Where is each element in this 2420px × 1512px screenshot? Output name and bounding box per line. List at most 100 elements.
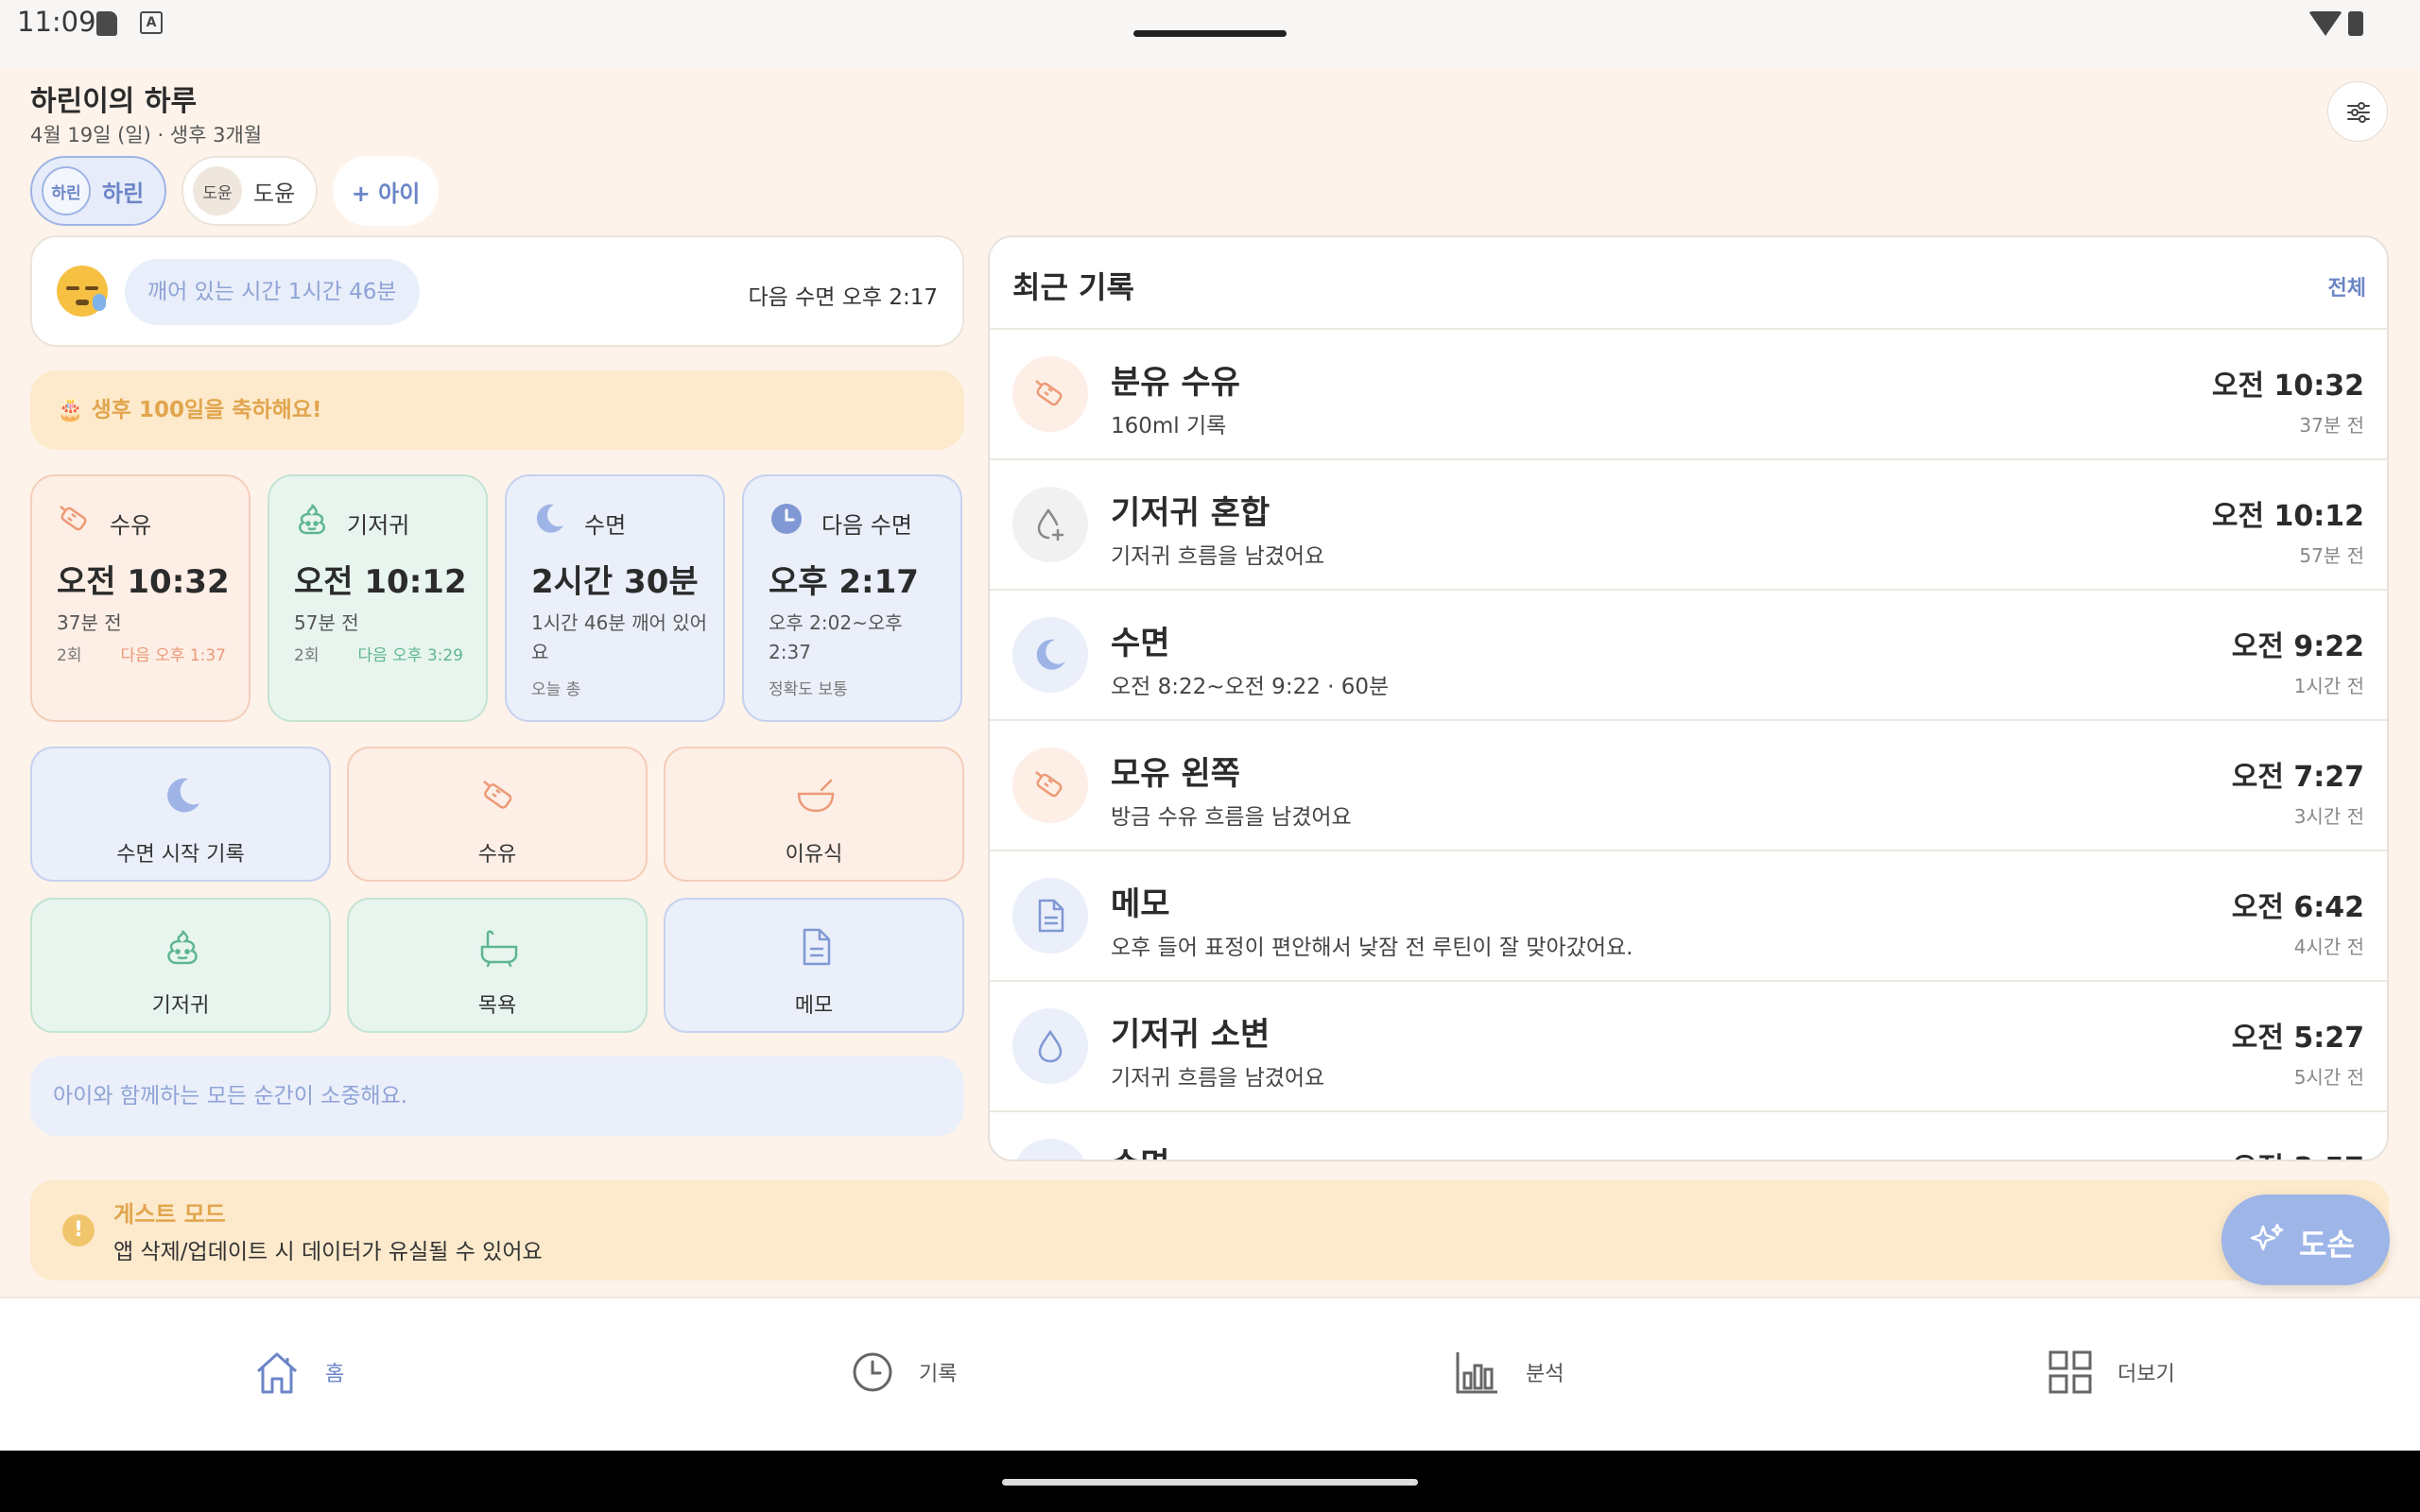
record-ago: 5시간 전 [2293,1066,2364,1089]
record-name: 기저귀 소변 [1111,1016,1270,1054]
record-row[interactable]: 메모 오후 들어 표정이 편안해서 낮잠 전 루틴이 잘 맞아갔어요. 오전 6… [990,851,2387,982]
record-row[interactable]: 수면 오전 8:22~오전 9:22 · 60분 오전 9:22 1시간 전 [990,591,2387,721]
child-chip-doyun[interactable]: 도윤 도윤 [182,156,318,226]
diaper-button[interactable]: 기저귀 [30,898,331,1033]
sleepy-face-icon [57,266,108,317]
bottle-icon [483,781,512,809]
record-time: 오전 10:12 [2211,500,2364,533]
status-bar: 11:09 A [0,0,2420,66]
child-name: 도윤 [253,180,296,207]
baby-food-button[interactable]: 이유식 [664,747,964,882]
record-time: 오전 9:22 [2231,630,2364,663]
record-ago: 3시간 전 [2293,805,2364,828]
bottle-icon [60,506,87,531]
diaper-icon [299,504,325,535]
feeding-button[interactable]: 수유 [347,747,648,882]
settings-button[interactable] [2327,81,2388,142]
child-name: 하린 [102,180,145,207]
fab-label: 도손 [2299,1227,2355,1263]
record-name: 기저귀 혼합 [1111,494,1270,532]
action-label: 목욕 [477,994,517,1018]
record-row[interactable]: 기저귀 혼합 기저귀 흐름을 남겼어요 오전 10:12 57분 전 [990,460,2387,591]
guest-title: 게스트 모드 [113,1201,226,1228]
bottle-icon [1035,380,1063,406]
sliders-icon [2347,102,2370,123]
battery-icon [2348,11,2363,36]
sleep-start-button[interactable]: 수면 시작 기록 [30,747,331,882]
record-icon [1012,1008,1088,1084]
ai-assistant-button[interactable]: 도손 [2221,1194,2390,1285]
action-label: 수면 시작 기록 [116,843,245,867]
record-desc: 오후 들어 표정이 편안해서 낮잠 전 루틴이 잘 맞아갔어요. [1111,936,1634,960]
avatar: 하린 [42,166,91,215]
memo-button[interactable]: 메모 [664,898,964,1033]
child-chip-harin[interactable]: 하린 하린 [30,156,166,226]
home-gesture-handle[interactable] [1002,1479,1418,1486]
view-all-link[interactable]: 전체 [2328,271,2366,301]
sparkle-icon [2250,1223,2284,1251]
record-name: 메모 [1111,885,1170,923]
nav-label: 분석 [1526,1363,1564,1386]
recent-records-panel: 최근 기록 전체 분유 수유 160ml 기록 오전 10:32 37분 전 기… [988,235,2389,1161]
record-desc: 160ml 기록 [1111,414,1227,438]
clock-icon [771,504,802,534]
wifi-icon [2308,11,2342,36]
record-icon [1012,1139,1088,1160]
record-desc: 기저귀 흐름을 남겼어요 [1111,1066,1325,1091]
action-label: 기저귀 [151,994,210,1018]
chart-icon [1456,1352,1497,1394]
record-time: 오전 6:42 [2231,891,2364,924]
nav-more[interactable]: 더보기 [2048,1344,2175,1400]
clock: 11:09 [17,6,96,38]
moon-icon [1036,639,1065,670]
bottom-navigation: 홈 기록 분석 더보기 [0,1297,2420,1451]
record-row[interactable]: 모유 왼쪽 방금 수유 흐름을 남겼어요 오전 7:27 3시간 전 [990,721,2387,851]
memo-icon [803,928,831,966]
stat-card-feeding[interactable]: 수유 오전 10:32 37분 전 2회 다음 오후 1:37 [30,474,251,722]
action-label: 수유 [477,843,517,867]
record-row[interactable]: 분유 수유 160ml 기록 오전 10:32 37분 전 [990,330,2387,460]
stat-sub: 57분 전 [294,611,359,634]
wake-status-card: 깨어 있는 시간 1시간 46분 다음 수면 오후 2:17 [30,235,964,347]
memo-icon [1038,899,1064,933]
stat-label: 다음 수면 [821,512,912,539]
stat-value: 오전 10:32 [57,563,230,601]
avatar: 도윤 [193,166,242,215]
stat-sub: 37분 전 [57,611,122,634]
stat-card-diaper[interactable]: 기저귀 오전 10:12 57분 전 2회 다음 오후 3:29 [268,474,488,722]
stat-card-next-sleep[interactable]: 다음 수면 오후 2:17 오후 2:02~오후 2:37 정확도 보통 [742,474,962,722]
drop-plus-icon [1037,508,1064,541]
record-ago: 4시간 전 [2293,936,2364,958]
stat-value: 오후 2:17 [769,563,919,601]
record-icon [1012,487,1088,562]
stat-label: 수면 [584,512,627,539]
nav-home[interactable]: 홈 [253,1344,344,1400]
stat-card-sleep[interactable]: 수면 2시간 30분 1시간 46분 깨어 있어요 오늘 총 [505,474,725,722]
page-subtitle: 4월 19일 (일) · 생후 3개월 [30,124,263,146]
record-desc: 방금 수유 흐름을 남겼어요 [1111,805,1352,830]
add-child-button[interactable]: + 아이 [333,156,439,226]
diaper-icon [167,930,198,965]
records-title: 최근 기록 [1012,269,1134,305]
stat-sub: 오후 2:02~오후 2:37 [769,611,903,663]
record-ago: 57분 전 [2299,544,2364,567]
stat-label: 수유 [110,512,152,539]
record-icon [1012,617,1088,693]
stat-count: 2회 [294,646,320,665]
stat-foot: 정확도 보통 [769,680,848,699]
nav-analysis[interactable]: 분석 [1454,1344,1564,1400]
stat-label: 기저귀 [347,512,410,539]
record-row[interactable]: 기저귀 소변 기저귀 흐름을 남겼어요 오전 5:27 5시간 전 [990,982,2387,1112]
stat-next: 다음 오후 3:29 [357,646,463,665]
top-handle [1133,30,1287,37]
bath-button[interactable]: 목욕 [347,898,648,1033]
record-row[interactable]: 수면 오전 3:57 [990,1112,2387,1160]
record-name: 분유 수유 [1111,364,1240,402]
clock-icon [853,1352,892,1392]
page-title: 하린이의 하루 [30,85,198,118]
record-icon [1012,878,1088,954]
warning-icon: ! [62,1214,95,1246]
drop-icon [1038,1029,1063,1063]
nav-records[interactable]: 기록 [851,1344,957,1400]
record-desc: 오전 8:22~오전 9:22 · 60분 [1111,675,1390,699]
